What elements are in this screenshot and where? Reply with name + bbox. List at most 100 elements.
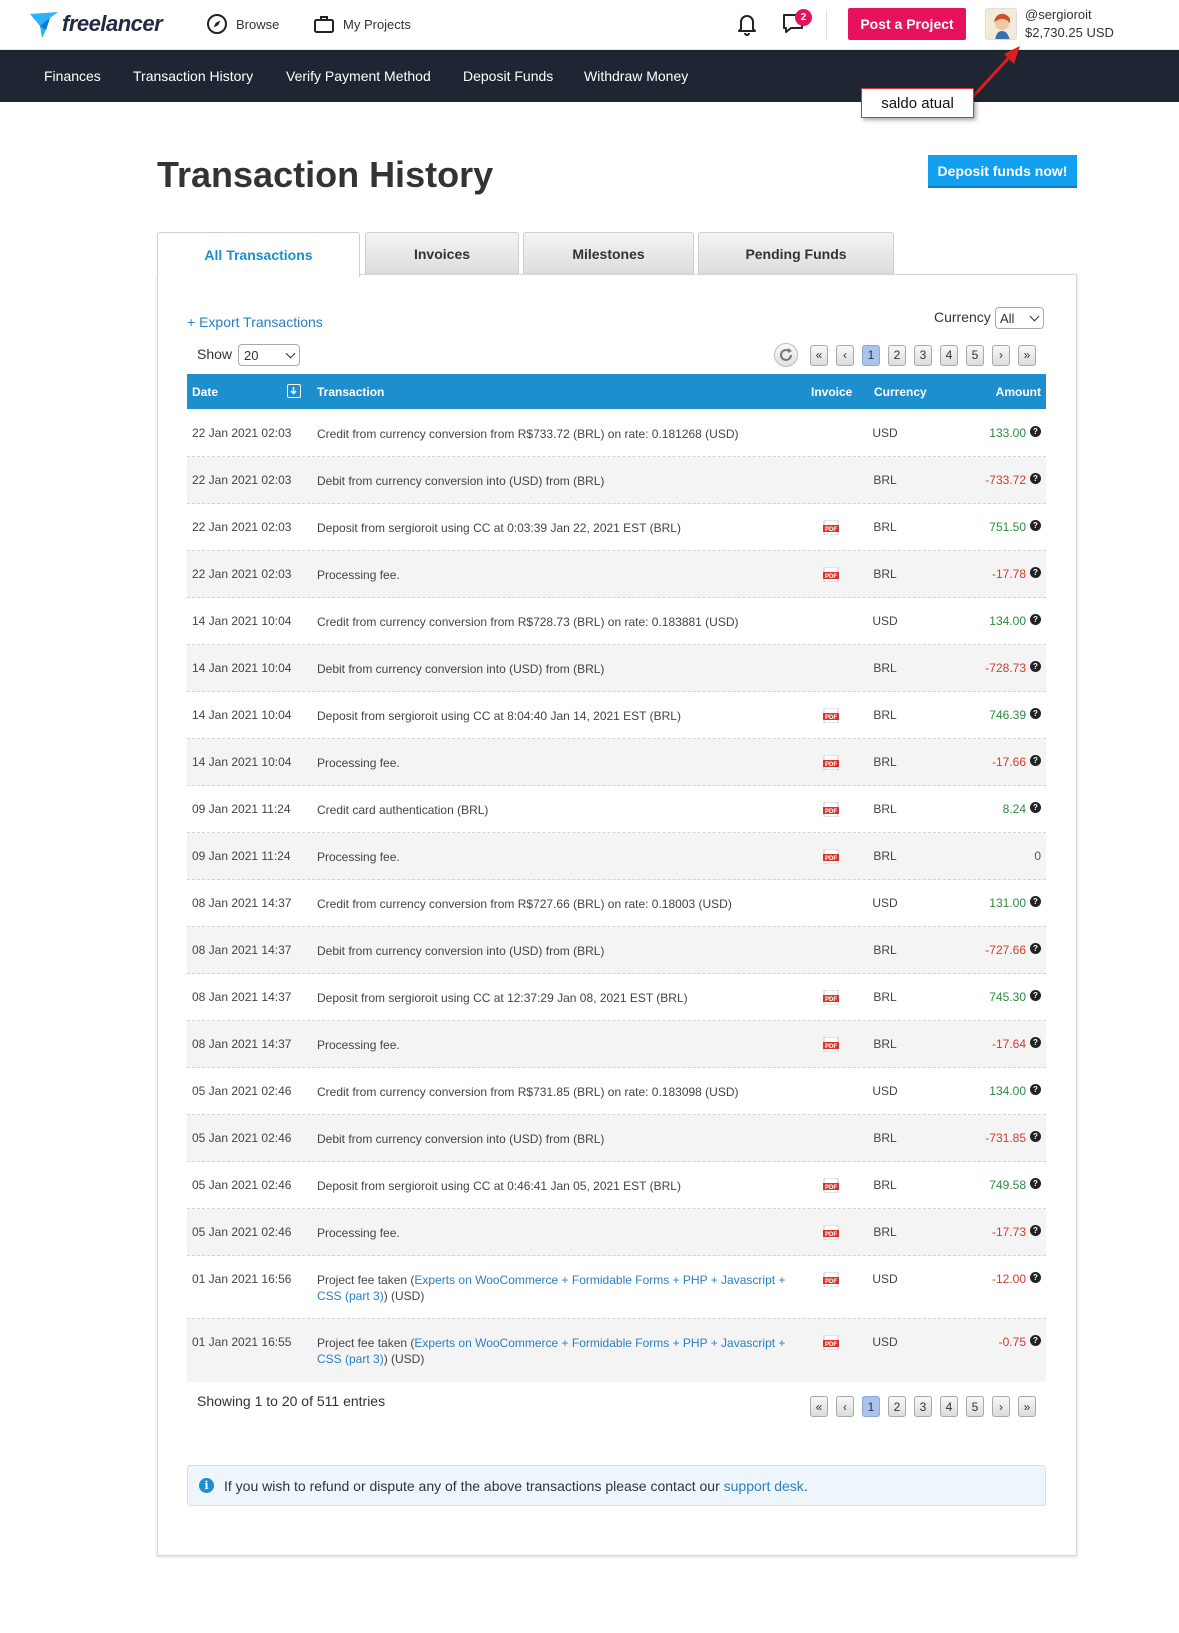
export-transactions-link[interactable]: + Export Transactions	[187, 314, 323, 330]
pdf-icon[interactable]: PDF	[823, 1177, 839, 1194]
page-next[interactable]: ›	[992, 1396, 1010, 1417]
row-amount: -17.73	[991, 1225, 1026, 1239]
pdf-icon[interactable]: PDF	[823, 707, 839, 724]
page-4[interactable]: 4	[940, 1396, 958, 1417]
row-date: 14 Jan 2021 10:04	[192, 614, 292, 628]
help-icon[interactable]: ?	[1030, 1225, 1041, 1236]
row-date: 08 Jan 2021 14:37	[192, 896, 292, 910]
currency-select[interactable]: All	[995, 307, 1044, 329]
row-description: Deposit from sergioroit using CC at 12:3…	[317, 990, 787, 1006]
help-icon[interactable]: ?	[1030, 708, 1041, 719]
row-currency: BRL	[873, 802, 897, 816]
help-icon[interactable]: ?	[1030, 1335, 1041, 1346]
table-row: 01 Jan 2021 16:55 Project fee taken (Expe…	[187, 1319, 1046, 1382]
row-amount: -727.66	[985, 943, 1026, 957]
my-projects-link[interactable]: My Projects	[313, 13, 411, 35]
row-amount: -17.66	[991, 755, 1026, 769]
page-size-select[interactable]: 20	[238, 344, 300, 366]
page-1[interactable]: 1	[862, 344, 880, 366]
table-row: 08 Jan 2021 14:37 Processing fee. PDF BRL -1…	[187, 1021, 1046, 1068]
help-icon[interactable]: ?	[1030, 1178, 1041, 1189]
table-row: 08 Jan 2021 14:37 Debit from currency con…	[187, 927, 1046, 974]
table-row: 01 Jan 2021 16:56 Project fee taken (Expe…	[187, 1256, 1046, 1319]
page-5[interactable]: 5	[966, 344, 984, 366]
help-icon[interactable]: ?	[1030, 473, 1041, 484]
refresh-icon[interactable]	[774, 343, 798, 367]
pdf-icon[interactable]: PDF	[823, 754, 839, 771]
help-icon[interactable]: ?	[1030, 567, 1041, 578]
help-icon[interactable]: ?	[1030, 1131, 1041, 1142]
pdf-icon[interactable]: PDF	[823, 566, 839, 583]
support-desk-link[interactable]: support desk	[724, 1478, 804, 1494]
row-description-text: Deposit from sergioroit using CC at 12:3…	[317, 991, 688, 1005]
username[interactable]: @sergioroit	[1025, 7, 1092, 22]
post-project-button[interactable]: Post a Project	[848, 8, 966, 40]
tab-invoices[interactable]: Invoices	[365, 232, 519, 275]
page-first[interactable]: «	[810, 344, 828, 366]
help-icon[interactable]: ?	[1030, 614, 1041, 625]
avatar[interactable]	[985, 8, 1017, 40]
row-description-text: Processing fee.	[317, 756, 400, 770]
row-currency: USD	[872, 426, 898, 440]
subnav-transaction-history[interactable]: Transaction History	[133, 68, 253, 84]
pdf-icon[interactable]: PDF	[823, 1036, 839, 1053]
help-icon[interactable]: ?	[1030, 426, 1041, 437]
row-description-text: Processing fee.	[317, 850, 400, 864]
page-4[interactable]: 4	[940, 344, 958, 366]
subnav-finances[interactable]: Finances	[44, 68, 101, 84]
pdf-icon[interactable]: PDF	[823, 1224, 839, 1241]
row-currency: BRL	[873, 520, 897, 534]
pdf-icon[interactable]: PDF	[823, 1271, 839, 1288]
row-amount: 8.24	[1002, 802, 1026, 816]
pagination-bottom: « ‹ 1 2 3 4 5 › »	[810, 1396, 1044, 1417]
page-5[interactable]: 5	[966, 1396, 984, 1417]
page-2[interactable]: 2	[888, 344, 906, 366]
help-icon[interactable]: ?	[1030, 755, 1041, 766]
help-icon[interactable]: ?	[1030, 943, 1041, 954]
col-amount: Amount	[995, 385, 1041, 399]
tab-all-transactions[interactable]: All Transactions	[157, 232, 360, 277]
row-description-text: Deposit from sergioroit using CC at 0:03…	[317, 521, 681, 535]
page-next[interactable]: ›	[992, 344, 1010, 366]
page-3[interactable]: 3	[914, 344, 932, 366]
bell-icon[interactable]	[734, 11, 760, 37]
help-icon[interactable]: ?	[1030, 802, 1041, 813]
help-icon[interactable]: ?	[1030, 1272, 1041, 1283]
page-prev[interactable]: ‹	[836, 1396, 854, 1417]
page-2[interactable]: 2	[888, 1396, 906, 1417]
subnav-deposit-funds[interactable]: Deposit Funds	[463, 68, 553, 84]
subnav-withdraw-money[interactable]: Withdraw Money	[584, 68, 688, 84]
row-currency: BRL	[873, 567, 897, 581]
freelancer-logo[interactable]: freelancer	[28, 8, 163, 40]
page-prev[interactable]: ‹	[836, 344, 854, 366]
help-icon[interactable]: ?	[1030, 520, 1041, 531]
pdf-icon[interactable]: PDF	[823, 801, 839, 818]
help-icon[interactable]: ?	[1030, 896, 1041, 907]
tab-pending-funds[interactable]: Pending Funds	[698, 232, 894, 275]
tab-milestones[interactable]: Milestones	[523, 232, 694, 275]
page-3[interactable]: 3	[914, 1396, 932, 1417]
page-1[interactable]: 1	[862, 1396, 880, 1417]
compass-icon	[206, 13, 228, 35]
deposit-funds-now-button[interactable]: Deposit funds now!	[928, 155, 1077, 188]
row-currency: BRL	[873, 1037, 897, 1051]
row-description: Processing fee.	[317, 567, 787, 583]
browse-link[interactable]: Browse	[206, 13, 279, 35]
sort-icon[interactable]	[287, 384, 301, 398]
col-currency: Currency	[874, 385, 927, 399]
pdf-icon[interactable]: PDF	[823, 989, 839, 1006]
col-date[interactable]: Date	[192, 385, 218, 399]
pdf-icon[interactable]: PDF	[823, 519, 839, 536]
row-currency: BRL	[873, 661, 897, 675]
page-last[interactable]: »	[1018, 1396, 1036, 1417]
subnav-verify-payment-method[interactable]: Verify Payment Method	[286, 68, 431, 84]
page-last[interactable]: »	[1018, 344, 1036, 366]
help-icon[interactable]: ?	[1030, 1084, 1041, 1095]
pdf-icon[interactable]: PDF	[823, 1334, 839, 1351]
pdf-icon[interactable]: PDF	[823, 848, 839, 865]
row-description-text: Processing fee.	[317, 1038, 400, 1052]
help-icon[interactable]: ?	[1030, 661, 1041, 672]
help-icon[interactable]: ?	[1030, 1037, 1041, 1048]
help-icon[interactable]: ?	[1030, 990, 1041, 1001]
page-first[interactable]: «	[810, 1396, 828, 1417]
